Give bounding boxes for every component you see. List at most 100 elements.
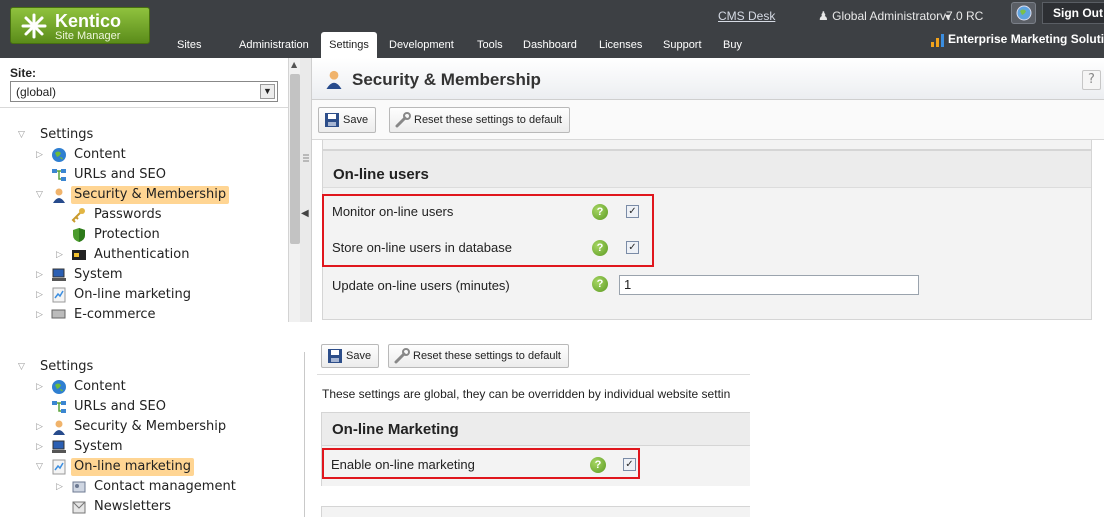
sitemap-icon [52,401,66,413]
highlight-box [322,194,654,267]
settings-tree-panel-bottom: ▽ Settings ▷ Content URLs and SEO ▷ Secu… [0,352,305,517]
cart-icon [51,309,66,319]
tree-item-label: Newsletters [94,499,172,514]
tree-item-label: Settings [40,359,94,374]
settings-tree-panel: Site: (global) ▼ ▽ Settings ▷ Content UR… [0,58,300,322]
site-label: Site: [10,66,37,80]
collapse-left-icon[interactable]: ◀ [301,208,309,219]
tree-scrollbar[interactable]: ▲ [288,58,300,322]
globe-icon [1016,5,1032,21]
user-icon: ♟ [818,9,829,23]
newsletter-icon [72,501,86,514]
collapsed-arrow-icon: ▷ [36,270,43,280]
nav-dashboard[interactable]: Dashboard [523,39,577,51]
save-label: Save [346,350,372,362]
reset-defaults-label: Reset these settings to default [414,114,562,126]
tree-item-label: Content [74,379,126,394]
save-button[interactable]: Save [321,344,380,368]
globe-button[interactable] [1011,2,1036,24]
computer-icon [52,268,66,281]
user-menu[interactable]: ♟ Global Administrator ▼ [818,9,952,23]
settings-content-bottom: Save Reset these settings to default The… [317,338,750,517]
chart-icon [52,287,66,303]
nav-tools[interactable]: Tools [477,39,503,51]
kentico-star-icon [21,13,47,39]
scroll-thumb[interactable] [290,74,300,244]
nav-support[interactable]: Support [663,39,702,51]
expanded-arrow-icon: ▽ [36,462,43,472]
chevron-down-icon: ▼ [260,84,275,99]
sign-out-button[interactable]: Sign Out [1042,2,1104,24]
next-section-edge [321,506,750,517]
tree-item-label: On-line marketing [71,458,194,476]
collapsed-arrow-icon: ▷ [36,290,43,300]
user-icon [53,420,65,435]
tree-item-label: Content [74,147,126,162]
nav-administration[interactable]: Administration [239,39,309,51]
kentico-logo[interactable]: Kentico Site Manager [10,7,150,44]
collapsed-arrow-icon: ▷ [36,382,43,392]
highlight-box [322,448,640,479]
tree-item-label: URLs and SEO [74,399,166,414]
update-online-users-label: Update on-line users (minutes) [332,278,510,293]
expanded-arrow-icon: ▽ [18,362,25,372]
save-label: Save [343,114,369,126]
help-icon[interactable]: ? [592,276,608,292]
tree-item-label: System [74,439,123,454]
reset-defaults-button[interactable]: Reset these settings to default [388,344,569,368]
user-icon [53,188,65,203]
reset-defaults-label: Reset these settings to default [413,350,561,362]
nav-sites[interactable]: Sites [177,39,201,51]
tree-item-label: E-commerce [74,307,156,322]
divider [317,374,750,375]
sitemap-icon [52,169,66,181]
key-icon [71,208,85,223]
tree-item-label: Protection [94,227,160,242]
section-title: On-line Marketing [332,421,459,438]
nav-settings-tab[interactable]: Settings [321,32,377,58]
top-header: Kentico Site Manager Sites Administratio… [0,0,1104,58]
wrench-icon [395,112,411,128]
globe-icon [52,380,66,394]
shield-icon [73,228,85,242]
collapsed-arrow-icon: ▷ [36,422,43,432]
expanded-arrow-icon: ▽ [36,190,43,200]
scroll-up-icon[interactable]: ▲ [291,60,297,69]
wrench-icon [394,348,410,364]
save-icon [325,113,339,127]
section-title: On-line users [333,166,429,183]
logo-title: Kentico [55,11,122,31]
computer-icon [52,440,66,453]
contacts-icon [72,481,86,493]
tree-item-label: Contact management [94,479,236,494]
page-title: Security & Membership [352,70,541,89]
tree-item-label: Passwords [94,207,162,222]
tree-item-label: System [74,267,123,282]
nav-development[interactable]: Development [389,39,454,51]
collapsed-arrow-icon: ▷ [36,442,43,452]
page-title-bar: Security & Membership ? [312,58,1104,100]
nav-buy[interactable]: Buy [723,39,742,51]
expanded-arrow-icon: ▽ [18,130,25,140]
help-button[interactable]: ? [1082,70,1101,90]
version-label: v7.0 RC [940,9,984,23]
grip-icon [303,154,309,162]
previous-section-edge [322,140,1092,150]
tree-item-label: On-line marketing [74,287,191,302]
global-settings-notice: These settings are global, they can be o… [322,387,731,401]
reset-defaults-button[interactable]: Reset these settings to default [389,107,570,133]
site-select[interactable]: (global) ▼ [10,81,278,102]
save-button[interactable]: Save [318,107,377,133]
collapsed-arrow-icon: ▷ [56,250,63,260]
nav-licenses[interactable]: Licenses [599,39,642,51]
user-name: Global Administrator [832,9,941,23]
divider [0,107,288,108]
tree-item-label: Settings [40,127,94,142]
tree-item-label: Authentication [94,247,190,262]
update-minutes-input[interactable]: 1 [619,275,919,295]
panel-splitter[interactable]: ◀ [300,58,312,322]
cms-desk-link[interactable]: CMS Desk [718,9,775,23]
online-marketing-section-header: On-line Marketing [321,412,750,446]
auth-card-icon [72,250,86,260]
globe-icon [52,148,66,162]
